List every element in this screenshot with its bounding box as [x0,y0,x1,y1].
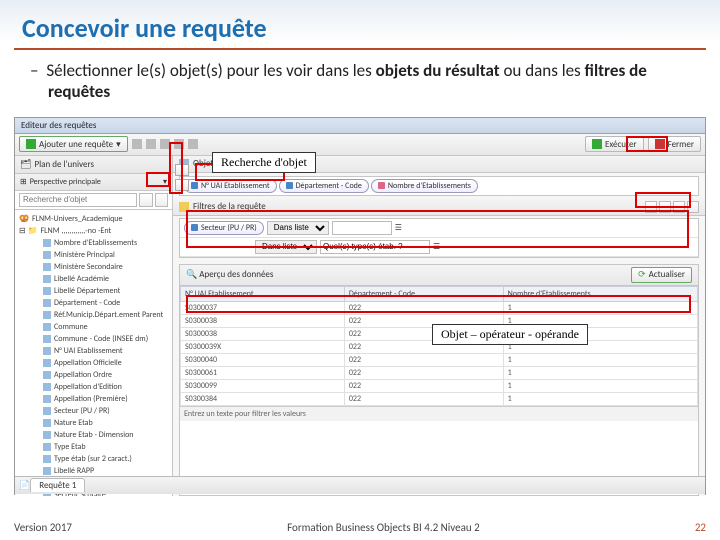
tree-item[interactable]: Libellé Département [19,285,168,297]
tree-item[interactable]: Libellé Académie [19,273,168,285]
tree-item[interactable]: Ministère Principal [19,249,168,261]
tree-item[interactable]: Commune [19,321,168,333]
highlight-filters [186,210,689,248]
slide-title: Concevoir une requête [14,0,706,50]
tree-item[interactable]: Type Etab [19,441,168,453]
tree-item[interactable]: Nature Etab - Dimension [19,429,168,441]
tree-item[interactable]: Appellation (Première) [19,393,168,405]
annotation-objet-op: Objet – opérateur - opérande [432,324,588,345]
toolbar: Ajouter une requête ▾ Exécuter Fermer [15,134,705,156]
tree-item[interactable]: Nature Etab [19,417,168,429]
object-tree[interactable]: 🥨 FLNM-Univers_Academique ⊟ 📁 FLNM ,,,,,… [15,210,172,496]
add-query-label: Ajouter une requête [39,139,113,150]
tree-item[interactable]: Nombre d'Etablissements [19,237,168,249]
left-panel: 🗂Plan de l'univers ⊞ Perspective princip… [15,156,173,496]
panel-tool-1[interactable] [673,158,685,170]
chip-count[interactable]: Nombre d'Etablissements [371,179,478,193]
tree-item[interactable]: Appellation Officielle [19,357,168,369]
panel-tool-2[interactable] [687,158,699,170]
toolbar-icon-1[interactable] [132,139,142,149]
preview-header: 🔍 Aperçu des données ⟳ Actualiser [180,265,698,286]
bullet-bold-1: objets du résultat [376,60,500,81]
query-tabstrip: 📄 Requête 1 [15,476,705,494]
query-tab-1[interactable]: Requête 1 [30,478,85,492]
search-input[interactable] [19,193,137,207]
tree-item[interactable]: Département - Code [19,297,168,309]
refresh-button[interactable]: ⟳ Actualiser [631,267,692,283]
highlight-search-icons [146,172,170,187]
plus-icon [26,139,36,149]
search-opts-icon[interactable] [155,193,169,207]
tree-item[interactable]: Appellation Ordre [19,369,168,381]
chip-dept[interactable]: Département - Code [279,179,369,193]
slide-footer: Version 2017 Formation Business Objects … [0,521,720,534]
tree-item[interactable]: Ministère Secondaire [19,261,168,273]
highlight-filter-tools [635,192,691,208]
chip-uai[interactable]: N° UAI Etablissement [184,179,277,193]
annotation-recherche: Recherche d'objet [212,152,316,173]
editor-screenshot: Editeur des requêtes Ajouter une requête… [14,117,706,495]
tree-item[interactable]: N° UAI Etablissement [19,345,168,357]
highlight-arrows [169,142,183,194]
table-row[interactable]: S03000610221 [181,366,698,379]
table-row[interactable]: S03003840221 [181,392,698,405]
footer-center: Formation Business Objects BI 4.2 Niveau… [72,521,695,534]
tree-root[interactable]: 🥨 FLNM-Univers_Academique [19,213,168,225]
toolbar-icon-5[interactable] [188,139,198,149]
tab-icon: 📄 [19,480,30,491]
footer-page: 22 [695,521,706,534]
table-row[interactable]: S03000400221 [181,353,698,366]
tree-item[interactable]: Réf.Municip.Départ.ement Parent [19,309,168,321]
tree-item[interactable]: Commune - Code (INSEE dm) [19,333,168,345]
run-icon [592,139,602,149]
search-row [15,191,172,210]
preview-footer: Entrez un texte pour filtrer les valeurs [180,406,698,421]
bullet-text-1: Sélectionner le(s) objet(s) pour les voi… [46,60,375,81]
toolbar-icon-2[interactable] [146,139,156,149]
footer-version: Version 2017 [14,521,72,534]
highlight-run [626,136,668,152]
table-row[interactable]: S03000990221 [181,379,698,392]
tree-item[interactable]: Appellation d'Edition [19,381,168,393]
bullet-text-2: ou dans les [500,60,585,81]
slide-bullet: Sélectionner le(s) objet(s) pour les voi… [0,50,720,111]
tree-item[interactable]: Secteur (PU / PR) [19,405,168,417]
close-label: Fermer [668,139,694,150]
tree-item[interactable]: Type étab (sur 2 caract.) [19,453,168,465]
window-titlebar: Editeur des requêtes [15,118,705,134]
tree-sub[interactable]: ⊟ 📁 FLNM ,,,,,,,,,,,,-no -Ent [19,225,168,237]
add-query-button[interactable]: Ajouter une requête ▾ [19,136,128,152]
preview-icon: 🔍 [186,269,197,280]
search-icon[interactable] [139,193,153,207]
highlight-preview-head [186,295,691,313]
